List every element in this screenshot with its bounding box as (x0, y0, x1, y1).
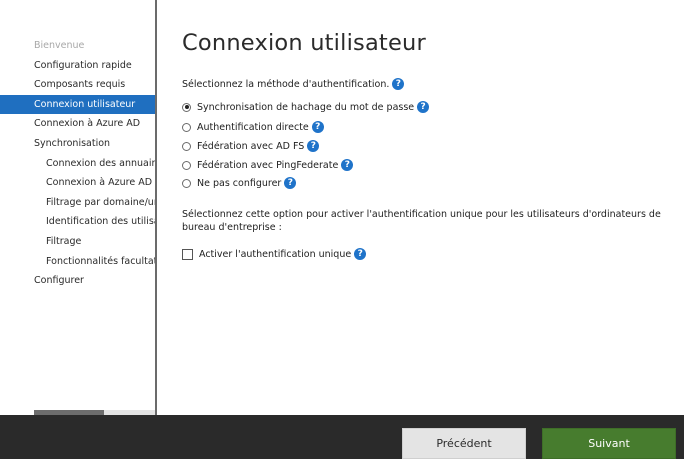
radio-label[interactable]: Fédération avec AD FS (197, 141, 304, 152)
radio-option-federation-adfs[interactable]: Fédération avec AD FS ? (182, 140, 320, 152)
auth-method-prompt: Sélectionnez la méthode d'authentificati… (182, 78, 405, 90)
help-circle-icon[interactable]: ? (307, 140, 320, 152)
radio-option-federation-pingfederate[interactable]: Fédération avec PingFederate ? (182, 159, 354, 171)
wizard-sidebar: Bienvenue Configuration rapide Composant… (0, 0, 155, 415)
sidebar-item-fonctionnalites-facultatives[interactable]: Fonctionnalités facultatives (0, 252, 155, 272)
sidebar-item-connexion-azure-ad-sync[interactable]: Connexion à Azure AD (0, 173, 155, 193)
sidebar-item-connexion-utilisateur[interactable]: Connexion utilisateur (0, 94, 155, 115)
sidebar-item-identification-utilisateurs[interactable]: Identification des utilisateurs (0, 212, 155, 232)
page-title: Connexion utilisateur (182, 30, 426, 56)
main-content: Connexion utilisateur Sélectionnez la mé… (157, 0, 684, 415)
radio-label[interactable]: Fédération avec PingFederate (197, 160, 338, 171)
sso-description: Sélectionnez cette option pour activer l… (182, 209, 661, 233)
sso-checkbox[interactable] (182, 248, 193, 260)
auth-method-prompt-text: Sélectionnez la méthode d'authentificati… (182, 78, 390, 90)
next-button[interactable]: Suivant (542, 428, 676, 459)
sso-checkbox-row[interactable]: Activer l'authentification unique ? (182, 248, 367, 260)
sidebar-item-connexion-annuaires[interactable]: Connexion des annuaires (0, 154, 155, 174)
radio-button[interactable] (182, 122, 191, 132)
sidebar-item-composants-requis[interactable]: Composants requis (0, 75, 155, 95)
radio-button[interactable] (182, 141, 191, 151)
sidebar-item-connexion-azure-ad[interactable]: Connexion à Azure AD (0, 114, 155, 134)
radio-option-pass-through-auth[interactable]: Authentification directe ? (182, 121, 324, 133)
help-circle-icon[interactable]: ? (341, 159, 354, 171)
help-circle-icon[interactable]: ? (311, 121, 324, 133)
radio-button-selected[interactable] (182, 102, 191, 112)
help-circle-icon[interactable]: ? (354, 248, 367, 260)
help-circle-icon[interactable]: ? (392, 78, 405, 90)
sidebar-item-bienvenue[interactable]: Bienvenue (0, 36, 155, 56)
wizard-steps-list: Bienvenue Configuration rapide Composant… (0, 36, 155, 291)
sidebar-item-synchronisation[interactable]: Synchronisation (0, 134, 155, 154)
sidebar-item-configurer[interactable]: Configurer (0, 271, 155, 291)
radio-option-password-hash-sync[interactable]: Synchronisation de hachage du mot de pas… (182, 101, 430, 113)
sidebar-item-filtrage[interactable]: Filtrage (0, 232, 155, 252)
radio-label[interactable]: Authentification directe (197, 122, 309, 133)
sidebar-item-configuration-rapide[interactable]: Configuration rapide (0, 56, 155, 76)
radio-option-do-not-configure[interactable]: Ne pas configurer ? (182, 177, 297, 189)
help-circle-icon[interactable]: ? (284, 177, 297, 189)
sso-checkbox-label[interactable]: Activer l'authentification unique (199, 249, 351, 260)
sidebar-item-filtrage-domaine[interactable]: Filtrage par domaine/unité d'organisatio… (0, 193, 155, 213)
radio-button[interactable] (182, 160, 191, 170)
previous-button[interactable]: Précédent (402, 428, 526, 459)
radio-label[interactable]: Synchronisation de hachage du mot de pas… (197, 102, 414, 113)
radio-button[interactable] (182, 178, 191, 188)
help-circle-icon[interactable]: ? (417, 101, 430, 113)
radio-label[interactable]: Ne pas configurer (197, 178, 281, 189)
